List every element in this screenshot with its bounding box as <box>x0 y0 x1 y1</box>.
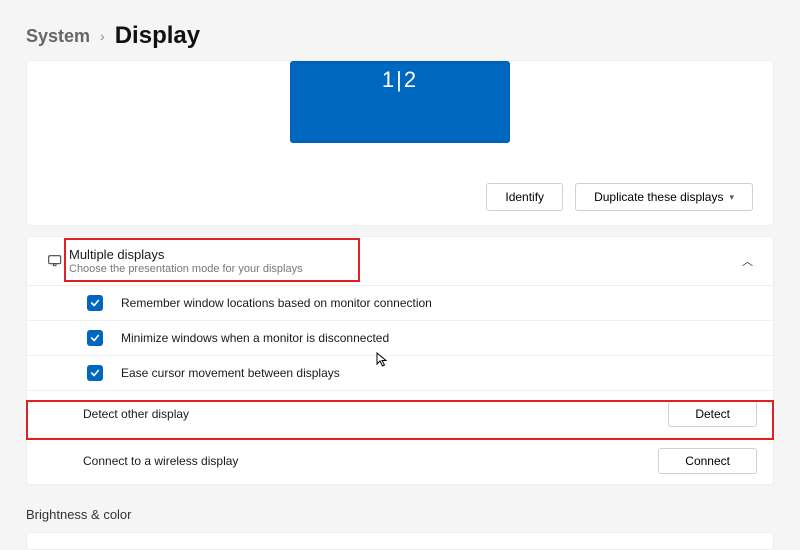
multiple-displays-header[interactable]: Multiple displays Choose the presentatio… <box>27 237 773 285</box>
multiple-displays-expander: Multiple displays Choose the presentatio… <box>26 236 774 485</box>
chevron-up-icon[interactable]: ︿ <box>738 249 757 273</box>
detect-label: Detect other display <box>83 407 189 421</box>
brightness-panel-stub <box>26 532 774 550</box>
projector-icon <box>43 255 69 267</box>
breadcrumb-system[interactable]: System <box>26 26 90 47</box>
display-arrangement-panel: 1|2 Identify Duplicate these displays ▾ <box>26 60 774 226</box>
projection-mode-dropdown[interactable]: Duplicate these displays ▾ <box>575 183 753 211</box>
breadcrumb: System › Display <box>0 0 800 60</box>
monitor-tile-label: 1|2 <box>382 63 418 93</box>
detect-button[interactable]: Detect <box>668 401 757 427</box>
option-minimize-disconnect[interactable]: Minimize windows when a monitor is disco… <box>27 321 773 356</box>
checkbox-minimize[interactable] <box>87 330 103 346</box>
connect-button[interactable]: Connect <box>658 448 757 474</box>
projection-mode-label: Duplicate these displays <box>594 190 723 204</box>
checkbox-ease[interactable] <box>87 365 103 381</box>
monitor-tile[interactable]: 1|2 <box>290 61 510 143</box>
option-ease-cursor[interactable]: Ease cursor movement between displays <box>27 356 773 391</box>
identify-button[interactable]: Identify <box>486 183 563 211</box>
multiple-displays-options: Remember window locations based on monit… <box>27 285 773 484</box>
option-minimize-label: Minimize windows when a monitor is disco… <box>121 331 389 345</box>
option-remember-label: Remember window locations based on monit… <box>121 296 432 310</box>
checkbox-remember[interactable] <box>87 295 103 311</box>
option-remember-locations[interactable]: Remember window locations based on monit… <box>27 286 773 321</box>
option-ease-label: Ease cursor movement between displays <box>121 366 340 380</box>
brightness-section-title: Brightness & color <box>0 485 800 526</box>
wireless-label: Connect to a wireless display <box>83 454 238 468</box>
identify-button-label: Identify <box>505 190 544 204</box>
expander-title: Multiple displays <box>69 247 738 262</box>
page-title: Display <box>115 22 200 50</box>
expander-subtitle: Choose the presentation mode for your di… <box>69 263 738 275</box>
chevron-down-icon: ▾ <box>729 192 734 203</box>
option-wireless-display: Connect to a wireless display Connect <box>27 438 773 484</box>
chevron-right-icon: › <box>100 28 105 44</box>
option-detect-display: Detect other display Detect <box>27 391 773 438</box>
